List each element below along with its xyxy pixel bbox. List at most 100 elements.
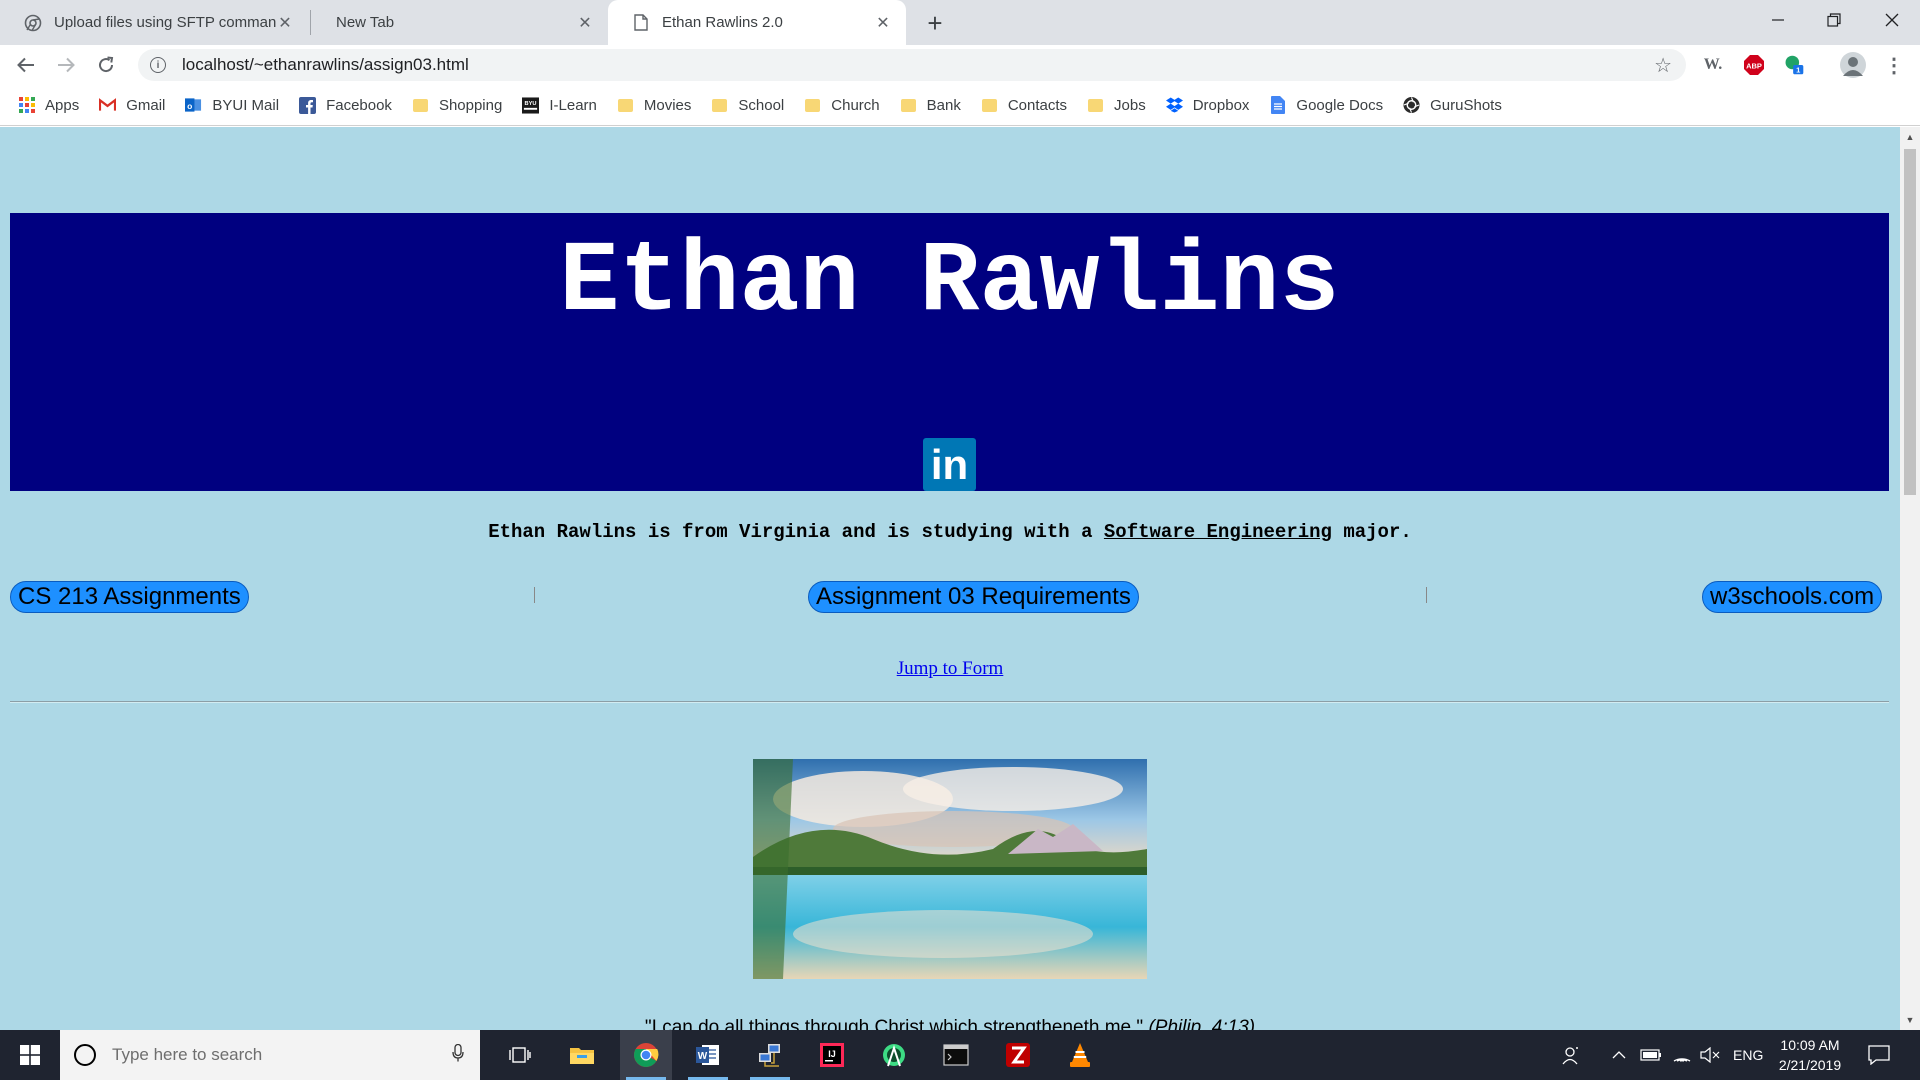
header-banner: Ethan Rawlins in bbox=[10, 213, 1889, 491]
windows-taskbar: Type here to search W IJ ENG 10:09 AM 2/… bbox=[0, 1030, 1920, 1080]
chevron-up-icon[interactable] bbox=[1612, 1030, 1626, 1080]
folder-icon bbox=[900, 97, 917, 114]
quote-body: "I can do all things through Christ whic… bbox=[644, 1017, 1149, 1030]
bookmark-gurushots[interactable]: GuruShots bbox=[1403, 97, 1502, 114]
bookmark-shopping[interactable]: Shopping bbox=[412, 97, 502, 114]
horizontal-rule bbox=[10, 701, 1889, 703]
chrome-icon[interactable] bbox=[620, 1030, 672, 1080]
new-tab-button[interactable]: + bbox=[918, 6, 952, 40]
forward-button[interactable] bbox=[50, 49, 82, 81]
close-icon[interactable]: ✕ bbox=[874, 13, 892, 33]
wifi-icon[interactable] bbox=[1672, 1030, 1692, 1080]
intellij-icon[interactable]: IJ bbox=[806, 1030, 858, 1080]
bookmark-i-learn[interactable]: BYU I-Learn bbox=[522, 97, 597, 114]
reload-icon bbox=[99, 56, 114, 73]
close-icon[interactable]: ✕ bbox=[276, 13, 294, 33]
profile-avatar-icon[interactable] bbox=[1840, 52, 1866, 78]
jump-to-form-link[interactable]: Jump to Form bbox=[0, 658, 1900, 680]
intro-text: Ethan Rawlins is from Virginia and is st… bbox=[0, 521, 1900, 543]
menu-icon[interactable]: ⋮ bbox=[1883, 54, 1905, 77]
bookmark-byui-mail[interactable]: o BYUI Mail bbox=[185, 97, 279, 114]
site-title: Ethan Rawlins bbox=[559, 227, 1340, 340]
nav-assignment-requirements[interactable]: Assignment 03 Requirements bbox=[808, 581, 1139, 613]
svg-text:o: o bbox=[187, 101, 192, 111]
system-clock[interactable]: 10:09 AM 2/21/2019 bbox=[1760, 1035, 1860, 1075]
folder-icon bbox=[1087, 97, 1104, 114]
linkedin-icon[interactable]: in bbox=[923, 438, 976, 491]
word-icon[interactable]: W bbox=[682, 1030, 734, 1080]
tab-ethan-rawlins[interactable]: Ethan Rawlins 2.0 ✕ bbox=[608, 0, 906, 45]
android-studio-icon[interactable] bbox=[868, 1030, 920, 1080]
bookmark-label: Shopping bbox=[438, 96, 503, 114]
scroll-up-icon[interactable]: ▲ bbox=[1900, 129, 1920, 145]
scroll-down-icon[interactable]: ▼ bbox=[1900, 1012, 1920, 1028]
taskbar-search[interactable]: Type here to search bbox=[60, 1030, 480, 1080]
tab-new-tab[interactable]: New Tab ✕ bbox=[312, 0, 608, 45]
microphone-icon[interactable] bbox=[452, 1043, 464, 1067]
bookmark-facebook[interactable]: Facebook bbox=[299, 96, 392, 114]
adblock-icon[interactable]: ABP bbox=[1743, 54, 1765, 76]
svg-text:W: W bbox=[698, 1051, 708, 1062]
outlook-icon: o bbox=[185, 97, 202, 114]
bookmark-bank[interactable]: Bank bbox=[900, 97, 961, 114]
facebook-icon bbox=[299, 96, 317, 114]
bookmark-dropbox[interactable]: Dropbox bbox=[1165, 97, 1249, 114]
start-button[interactable] bbox=[0, 1030, 60, 1080]
tab-strip: Upload files using SFTP comman ✕ New Tab… bbox=[0, 0, 1920, 45]
bookmark-movies[interactable]: Movies bbox=[617, 96, 692, 114]
people-icon[interactable] bbox=[1562, 1030, 1582, 1080]
bookmark-apps[interactable]: Apps bbox=[18, 97, 79, 114]
restore-button[interactable] bbox=[1806, 0, 1862, 40]
extension-badge-icon[interactable]: 1 bbox=[1783, 54, 1805, 76]
minimize-button[interactable] bbox=[1750, 0, 1806, 40]
address-bar[interactable]: i localhost/~ethanrawlins/assign03.html … bbox=[138, 49, 1686, 81]
folder-icon bbox=[981, 97, 998, 114]
tab-title: New Tab bbox=[336, 14, 395, 31]
star-icon[interactable]: ☆ bbox=[1654, 53, 1672, 78]
vlc-icon[interactable] bbox=[1054, 1030, 1106, 1080]
intro-prefix: Ethan Rawlins is from Virginia and is st… bbox=[488, 521, 1104, 543]
network-app-icon[interactable] bbox=[744, 1030, 796, 1080]
bookmark-label: I-Learn bbox=[549, 96, 597, 114]
scroll-thumb[interactable] bbox=[1904, 149, 1916, 495]
tab-sftp[interactable]: Upload files using SFTP comman ✕ bbox=[0, 0, 308, 45]
reload-button[interactable] bbox=[90, 49, 122, 81]
close-icon[interactable]: ✕ bbox=[576, 13, 594, 33]
task-view-icon[interactable] bbox=[494, 1030, 546, 1080]
bookmark-gmail[interactable]: Gmail bbox=[99, 97, 165, 114]
nav-w3schools[interactable]: w3schools.com bbox=[1702, 581, 1883, 613]
bookmarks-bar: Apps Gmail o BYUI Mail Facebook Shopping… bbox=[0, 85, 1920, 126]
close-window-button[interactable] bbox=[1864, 0, 1920, 40]
clock-date: 2/21/2019 bbox=[1778, 1057, 1842, 1073]
back-button[interactable] bbox=[10, 49, 42, 81]
notification-icon[interactable] bbox=[1868, 1030, 1890, 1080]
nav-cs213-assignments[interactable]: CS 213 Assignments bbox=[10, 581, 249, 613]
folder-icon bbox=[711, 97, 728, 114]
major-link[interactable]: Software Engineering bbox=[1104, 521, 1332, 543]
byui-icon: BYU bbox=[522, 96, 540, 114]
docs-icon bbox=[1269, 96, 1286, 114]
file-explorer-icon[interactable] bbox=[556, 1030, 608, 1080]
page-scrollbar[interactable]: ▲ ▼ bbox=[1900, 127, 1920, 1030]
volume-muted-icon[interactable] bbox=[1700, 1030, 1720, 1080]
terminal-icon[interactable] bbox=[930, 1030, 982, 1080]
bookmark-label: GuruShots bbox=[1430, 96, 1502, 114]
bookmark-church[interactable]: Church bbox=[804, 97, 880, 114]
search-placeholder: Type here to search bbox=[112, 1045, 263, 1064]
bookmark-school[interactable]: School bbox=[711, 97, 784, 114]
bookmark-jobs[interactable]: Jobs bbox=[1087, 97, 1146, 114]
bookmark-label: Movies bbox=[643, 96, 692, 114]
forward-arrow-icon bbox=[58, 57, 75, 73]
url-text[interactable]: localhost/~ethanrawlins/assign03.html bbox=[182, 55, 1654, 75]
close-icon bbox=[1885, 13, 1899, 27]
language-indicator[interactable]: ENG bbox=[1733, 1030, 1763, 1080]
restore-icon bbox=[1827, 13, 1841, 27]
filezilla-icon[interactable] bbox=[992, 1030, 1044, 1080]
info-icon[interactable]: i bbox=[150, 57, 166, 73]
tab-title: Upload files using SFTP comman bbox=[54, 14, 276, 31]
bookmark-google-docs[interactable]: Google Docs bbox=[1269, 96, 1383, 114]
battery-icon[interactable] bbox=[1640, 1030, 1662, 1080]
linkedin-label: in bbox=[930, 440, 969, 488]
word-extension-icon[interactable]: W. bbox=[1702, 54, 1724, 76]
bookmark-contacts[interactable]: Contacts bbox=[981, 97, 1067, 114]
